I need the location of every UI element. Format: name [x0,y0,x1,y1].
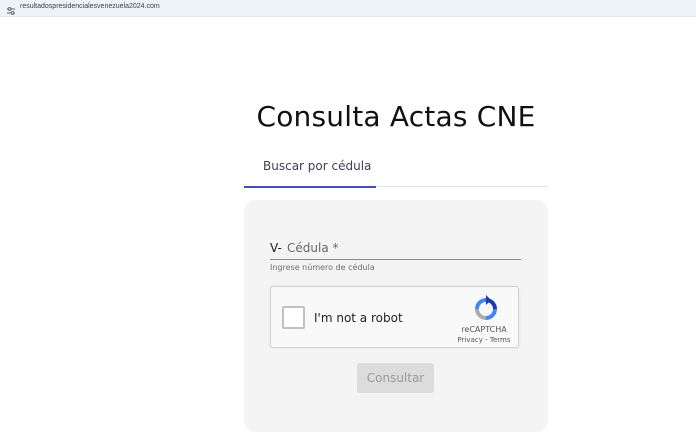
recaptcha-widget: I'm not a robot reCAPTCHA Privacy - Term… [270,286,519,348]
recaptcha-terms-link[interactable]: Terms [490,336,511,344]
search-card: V- Cédula * Ingrese número de cédula I'm… [244,200,548,432]
recaptcha-brand: reCAPTCHA [461,325,507,334]
cedula-label: Cédula * [287,241,339,255]
tab-label: Buscar por cédula [263,159,372,173]
consultar-button[interactable]: Consultar [357,363,434,393]
recaptcha-links: Privacy - Terms [451,336,517,344]
recaptcha-checkbox[interactable] [282,306,305,329]
cedula-input[interactable]: V- Cédula * [270,238,521,260]
cedula-prefix: V- [270,241,282,255]
tab-bar: Buscar por cédula [244,150,548,188]
recaptcha-separator: - [482,336,490,344]
browser-address-bar[interactable]: resultadospresidencialesvenezuela2024.co… [0,0,696,17]
recaptcha-logo-icon [475,295,497,320]
recaptcha-label: I'm not a robot [314,311,403,325]
url-text[interactable]: resultadospresidencialesvenezuela2024.co… [20,3,160,10]
recaptcha-privacy-link[interactable]: Privacy [458,336,483,344]
tune-icon[interactable] [6,3,16,15]
tab-buscar-por-cedula[interactable]: Buscar por cédula [244,150,376,188]
page-title: Consulta Actas CNE [256,100,536,133]
cedula-hint: Ingrese número de cédula [270,263,375,272]
active-tab-indicator [244,186,376,188]
